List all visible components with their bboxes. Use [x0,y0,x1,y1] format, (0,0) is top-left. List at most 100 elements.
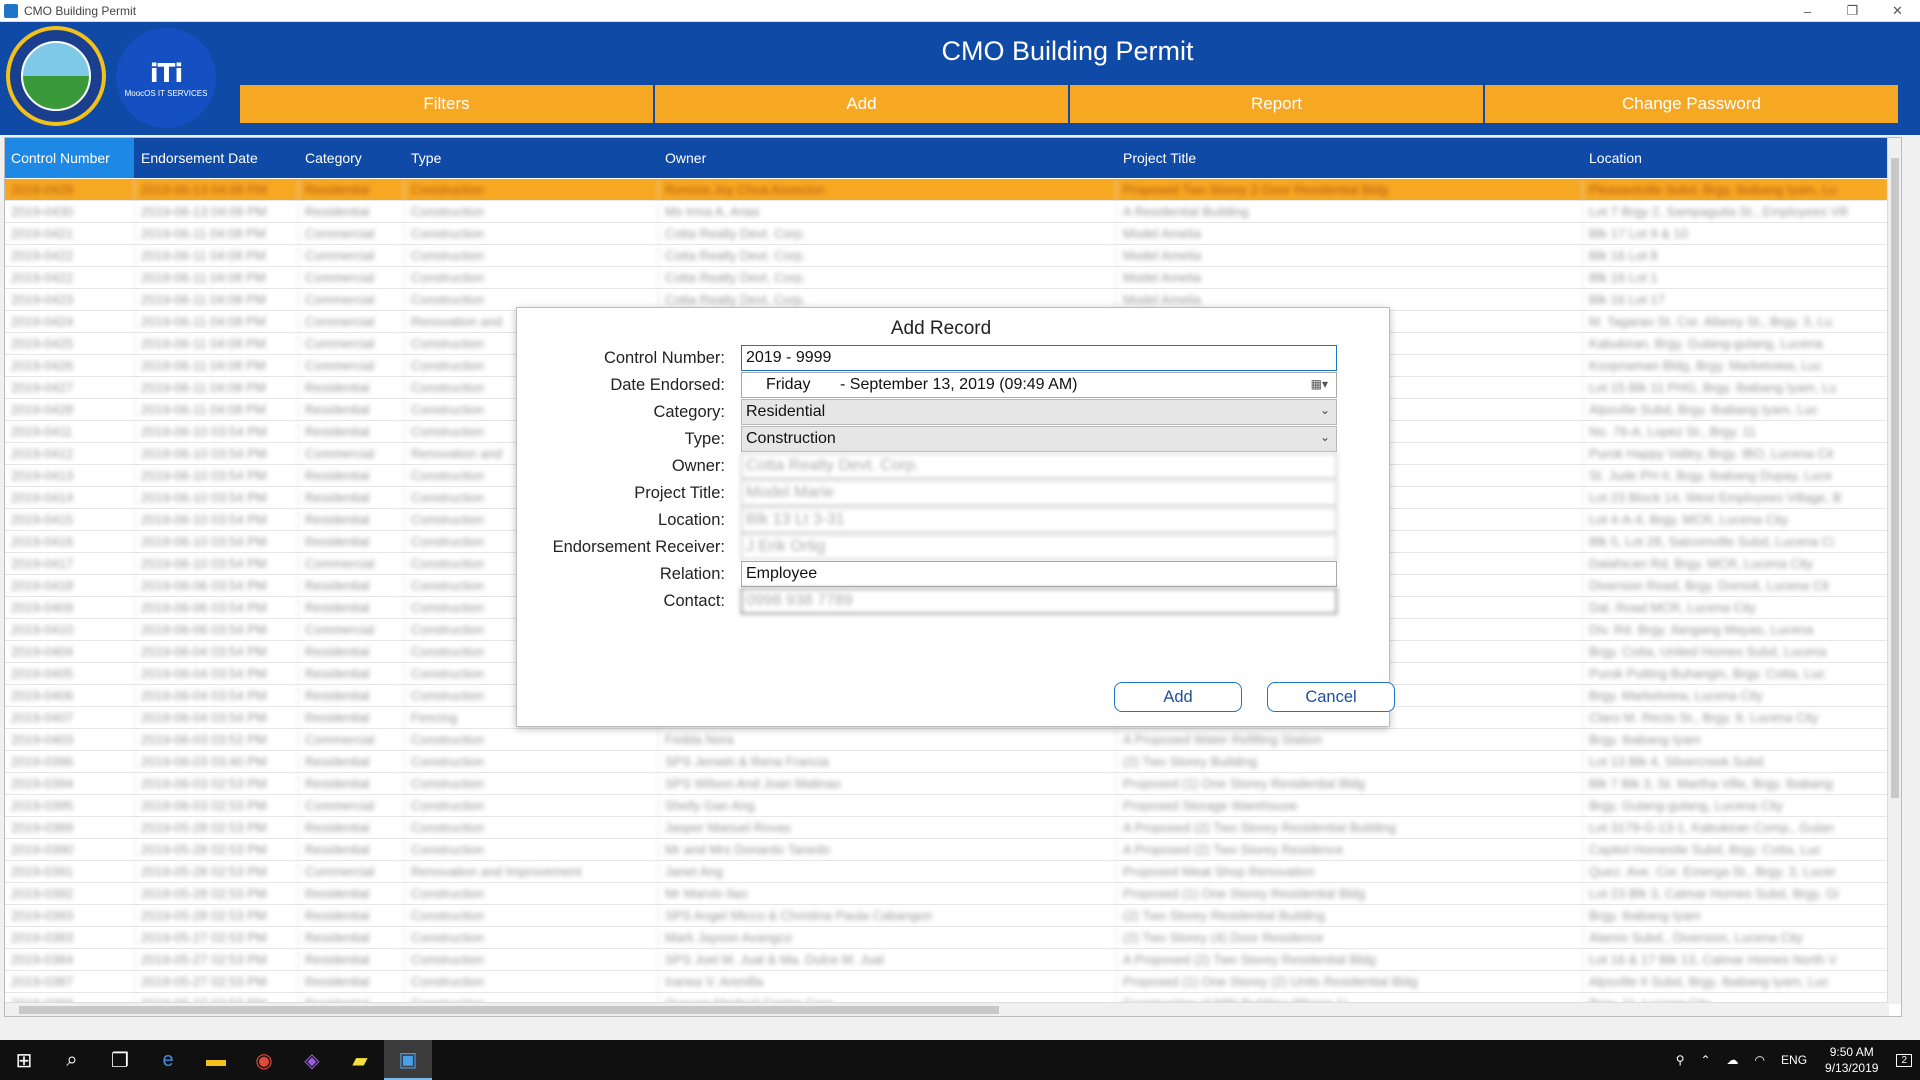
relation-input[interactable]: Employee [741,561,1337,587]
cell-owner: Mark Jayson Avangco [659,927,1117,948]
vertical-scroll-thumb[interactable] [1891,158,1899,798]
cell-owner: Cotta Realty Devt. Corp. [659,267,1117,288]
cell-endorsement-date: 2019-06-10 03:54 PM [135,509,299,530]
cell-endorsement-date: 2019-06-11 04:08 PM [135,377,299,398]
file-explorer-icon[interactable]: ▬ [192,1040,240,1080]
cmo-app-taskbar-icon[interactable]: ▣ [384,1040,432,1080]
edge-browser-icon[interactable]: e [144,1040,192,1080]
cell-location: Brgy. Cotta, United Homes Subd, Lucena [1583,641,1889,662]
owner-row: Owner: Cotta Realty Devt. Corp. [517,453,1391,481]
table-row[interactable]: 2019-0390 2019-05-28 02:53 PM Residential C… [5,839,1889,861]
table-row[interactable]: 2019-0422 2019-06-11 04:08 PM Commercial Co… [5,267,1889,289]
people-icon[interactable]: ⚲ [1676,1053,1685,1067]
add-button[interactable]: Add [1114,682,1242,712]
nav-report-button[interactable]: Report [1070,85,1485,123]
table-row[interactable]: 2019-0403 2019-06-03 03:52 PM Commercial Co… [5,729,1889,751]
column-header-project-title[interactable]: Project Title [1117,138,1583,178]
nav-filters-button[interactable]: Filters [240,85,655,123]
column-header-control-number[interactable]: Control Number [5,138,135,178]
iti-logo-text: iTi [149,58,184,89]
iti-logo: iTi MoocOS IT SERVICES [116,28,216,128]
show-hidden-icons-icon[interactable]: ⌃ [1700,1053,1710,1067]
cell-endorsement-date: 2019-06-11 04:08 PM [135,355,299,376]
cell-control-number: 2019-0387 [5,971,135,992]
column-header-owner[interactable]: Owner [659,138,1117,178]
chrome-browser-icon[interactable]: ◉ [240,1040,288,1080]
table-row[interactable]: 2019-0394 2019-06-03 02:53 PM Residential C… [5,773,1889,795]
cell-location: Pleasantville Subd, Brgy. Ibabang Iyam, … [1583,179,1889,200]
cell-type: Construction [405,267,659,288]
cancel-button[interactable]: Cancel [1267,682,1395,712]
cell-type: Renovation and Improvement [405,861,659,882]
minimize-button[interactable]: – [1785,0,1830,22]
column-header-location[interactable]: Location [1583,138,1889,178]
column-header-endorsement-date[interactable]: Endorsement Date [135,138,299,178]
task-view-icon[interactable]: ❐ [96,1040,144,1080]
cell-owner: SPS Jenwin & Rena Francia [659,751,1117,772]
notifications-icon[interactable]: 2 [1896,1053,1912,1067]
endorsement-receiver-input[interactable]: J Erik Ortig [741,534,1337,560]
cell-owner: SPS Angel Micco & Christina Paula Cabang… [659,905,1117,926]
sticky-notes-icon[interactable]: ▰ [336,1040,384,1080]
cell-endorsement-date: 2019-06-06 03:54 PM [135,619,299,640]
column-header-category[interactable]: Category [299,138,405,178]
table-row[interactable]: 2019-0389 2019-05-28 02:53 PM Residential C… [5,817,1889,839]
nav-change-password-button[interactable]: Change Password [1485,85,1898,123]
cell-type: Construction [405,817,659,838]
network-icon[interactable]: ◠ [1755,1053,1765,1067]
cell-control-number: 2019-0406 [5,685,135,706]
table-row[interactable]: 2019-0430 2019-06-13 04:08 PM Residential C… [5,201,1889,223]
contact-row: Contact: 0998 938 7789 [517,588,1391,616]
onedrive-icon[interactable]: ☁ [1727,1053,1739,1067]
cell-category: Commercial [299,795,405,816]
table-row[interactable]: 2019-0421 2019-06-11 04:08 PM Commercial Co… [5,223,1889,245]
calendar-dropdown-icon[interactable]: ▦▾ [1311,377,1328,391]
close-button[interactable]: ✕ [1875,0,1920,22]
location-input[interactable]: Blk 13 Lt 3-31 [741,507,1337,533]
owner-input[interactable]: Cotta Realty Devt. Corp. [741,453,1337,479]
type-label: Type: [684,430,725,448]
contact-input[interactable]: 0998 938 7789 [741,588,1337,614]
type-select[interactable]: Construction ⌄ [741,426,1337,452]
cell-category: Commercial [299,289,405,310]
cell-control-number: 2019-0392 [5,883,135,904]
restore-button[interactable]: ❐ [1830,0,1875,22]
clock[interactable]: 9:50 AM 9/13/2019 [1825,1044,1878,1076]
start-button-icon[interactable]: ⊞ [0,1040,48,1080]
table-row[interactable]: 2019-0429 2019-06-13 04:08 PM Residential C… [5,179,1889,201]
project-title-input[interactable]: Model Marie [741,480,1337,506]
visual-studio-icon[interactable]: ◈ [288,1040,336,1080]
table-row[interactable]: 2019-0384 2019-05-27 02:53 PM Residential C… [5,949,1889,971]
cell-location: Dal. Road MCR, Lucena City [1583,597,1889,618]
table-row[interactable]: 2019-0395 2019-06-03 02:53 PM Commercial Co… [5,795,1889,817]
cell-location: Alamis Subd., Diversion, Lucena City [1583,927,1889,948]
cell-category: Commercial [299,443,405,464]
horizontal-scroll-thumb[interactable] [19,1006,999,1014]
table-row[interactable]: 2019-0396 2019-06-03 03:40 PM Residential C… [5,751,1889,773]
table-row[interactable]: 2019-0391 2019-05-28 02:53 PM Commercial Re… [5,861,1889,883]
table-row[interactable]: 2019-0393 2019-05-28 02:53 PM Residential C… [5,905,1889,927]
language-indicator[interactable]: ENG [1781,1053,1807,1067]
cell-category: Commercial [299,245,405,266]
cell-control-number: 2019-0422 [5,245,135,266]
category-select[interactable]: Residential ⌄ [741,399,1337,425]
table-row[interactable]: 2019-0422 2019-06-11 04:08 PM Commercial Co… [5,245,1889,267]
vertical-scrollbar[interactable] [1887,138,1901,1004]
column-header-type[interactable]: Type [405,138,659,178]
control-number-input[interactable]: 2019 - 9999 [741,345,1337,371]
horizontal-scrollbar[interactable] [5,1002,1889,1016]
table-row[interactable]: 2019-0387 2019-05-27 02:53 PM Residential C… [5,971,1889,993]
cell-category: Residential [299,509,405,530]
table-row[interactable]: 2019-0392 2019-05-28 02:53 PM Residential C… [5,883,1889,905]
cell-owner: SPS Wilson And Joan Malinao [659,773,1117,794]
nav-add-button[interactable]: Add [655,85,1070,123]
cell-type: Construction [405,729,659,750]
table-row[interactable]: 2019-0383 2019-05-27 02:53 PM Residential C… [5,927,1889,949]
cell-control-number: 2019-0389 [5,817,135,838]
search-icon[interactable]: ⌕ [48,1040,96,1080]
cell-category: Commercial [299,223,405,244]
cell-category: Commercial [299,355,405,376]
type-row: Type: Construction ⌄ [517,426,1391,454]
cell-category: Residential [299,575,405,596]
date-endorsed-picker[interactable]: Friday - September 13, 2019 (09:49 AM) ▦… [741,372,1337,398]
